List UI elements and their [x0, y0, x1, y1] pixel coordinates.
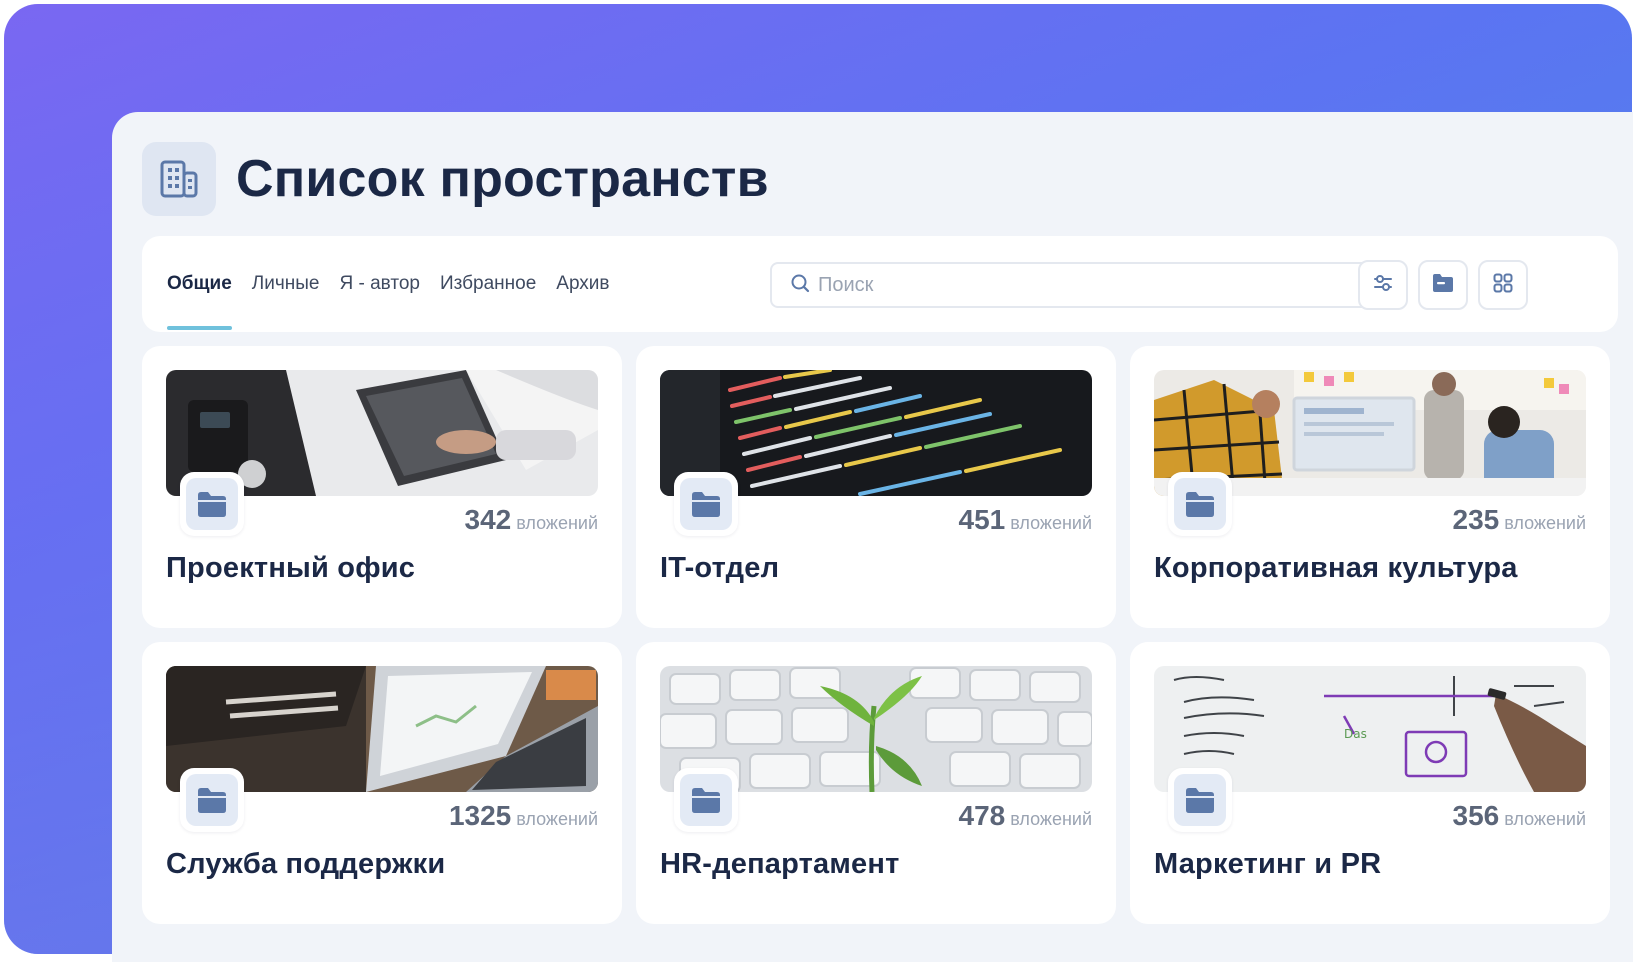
space-title: IT-отдел [660, 552, 780, 584]
count-unit: вложений [516, 809, 598, 829]
search-input[interactable] [818, 273, 1378, 297]
space-card[interactable]: 235 вложений Корпоративная культура [1130, 346, 1610, 628]
folder-badge [1168, 768, 1232, 832]
space-card[interactable]: 1325 вложений Служба поддержки [142, 642, 622, 924]
space-title: Маркетинг и PR [1154, 848, 1382, 880]
attachment-count: 451 вложений [959, 504, 1092, 536]
filter-icon [1372, 272, 1394, 299]
folder-badge [674, 472, 738, 536]
count-number: 1325 [448, 800, 512, 831]
count-number: 478 [958, 800, 1006, 831]
tab-favorites[interactable]: Избранное [440, 236, 536, 332]
folder-icon [186, 774, 238, 826]
toolbar: Общие Личные Я - автор Избранное Архив [142, 236, 1618, 332]
space-title: Корпоративная культура [1154, 552, 1518, 584]
count-unit: вложений [1504, 809, 1586, 829]
folder-badge [180, 768, 244, 832]
tab-archive[interactable]: Архив [556, 236, 609, 332]
tab-general[interactable]: Общие [167, 236, 232, 332]
folder-icon [1431, 272, 1455, 299]
folder-badge [1168, 472, 1232, 536]
attachment-count: 235 вложений [1453, 504, 1586, 536]
space-card[interactable]: Das 356 вложений Маркетинг и PR [1130, 642, 1610, 924]
count-unit: вложений [1010, 513, 1092, 533]
folder-icon [186, 478, 238, 530]
folder-button[interactable] [1418, 260, 1468, 310]
search-box[interactable] [770, 262, 1392, 308]
space-title: HR-департамент [660, 848, 900, 880]
attachment-count: 1325 вложений [449, 800, 598, 832]
grid-view-icon [1492, 272, 1514, 299]
folder-icon [1174, 774, 1226, 826]
space-title: Проектный офис [166, 552, 416, 584]
page-title: Список пространств [236, 150, 769, 208]
count-number: 235 [1452, 504, 1500, 535]
folder-icon [1174, 478, 1226, 530]
main-panel: Список пространств Общие Личные Я - авто… [112, 112, 1633, 962]
space-card[interactable]: 451 вложений IT-отдел [636, 346, 1116, 628]
count-number: 342 [464, 504, 512, 535]
svg-text:Das: Das [1344, 727, 1367, 741]
filter-button[interactable] [1358, 260, 1408, 310]
space-card[interactable]: 342 вложений Проектный офис [142, 346, 622, 628]
folder-badge [180, 472, 244, 536]
count-number: 451 [958, 504, 1006, 535]
attachment-count: 342 вложений [465, 504, 598, 536]
count-unit: вложений [516, 513, 598, 533]
count-unit: вложений [1504, 513, 1586, 533]
grid-view-button[interactable] [1478, 260, 1528, 310]
space-card[interactable]: 478 вложений HR-департамент [636, 642, 1116, 924]
space-title: Служба поддержки [166, 848, 446, 880]
attachment-count: 356 вложений [1453, 800, 1586, 832]
building-icon [142, 142, 216, 216]
tab-authored[interactable]: Я - автор [340, 236, 420, 332]
page-header: Список пространств [142, 142, 769, 216]
count-unit: вложений [1010, 809, 1092, 829]
tab-bar: Общие Личные Я - автор Избранное Архив [167, 236, 610, 332]
folder-icon [680, 774, 732, 826]
folder-icon [680, 478, 732, 530]
tab-personal[interactable]: Личные [252, 236, 320, 332]
search-icon [790, 273, 810, 298]
count-number: 356 [1452, 800, 1500, 831]
attachment-count: 478 вложений [959, 800, 1092, 832]
folder-badge [674, 768, 738, 832]
